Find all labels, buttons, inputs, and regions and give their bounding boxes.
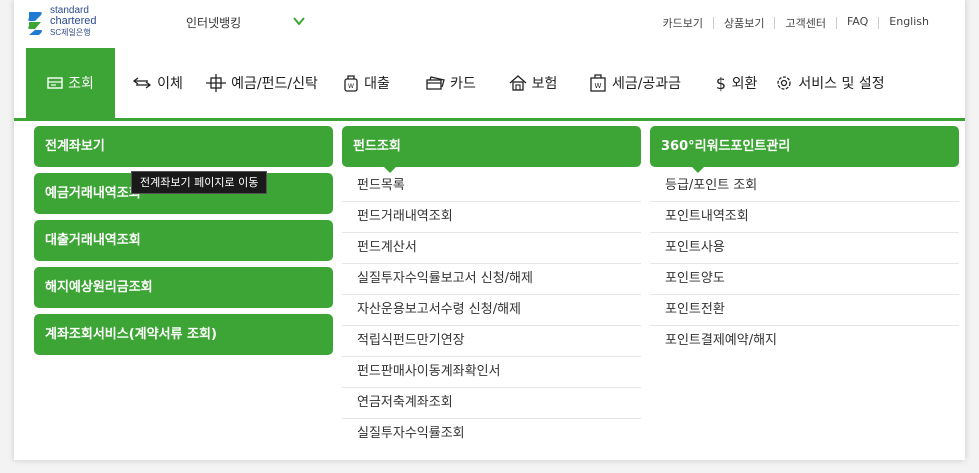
nav-label: 서비스 및 설정 xyxy=(798,76,885,92)
nav-label: 카드 xyxy=(450,76,476,92)
inquiry-icon xyxy=(47,77,63,89)
list-item[interactable]: 자산운용보고서수령 신청/해제 xyxy=(342,295,641,326)
submenu-column-reward: 360°리워드포인트관리 등급/포인트 조회 포인트내역조회 포인트사용 포인트… xyxy=(650,126,959,356)
nav-item-inquiry[interactable]: 조회 xyxy=(26,48,115,118)
util-link-support[interactable]: 고객센터 xyxy=(775,15,835,31)
submenu-column-accounts: 전계좌보기 예금거래내역조회 대출거래내역조회 해지예상원리금조회 계좌조회서비… xyxy=(34,126,333,361)
nav-item-loan[interactable]: W 대출 xyxy=(324,48,409,118)
insurance-icon xyxy=(509,75,527,91)
svg-text:W: W xyxy=(594,82,601,90)
nav-label: 예금/펀드/신탁 xyxy=(231,76,318,92)
list-item[interactable]: 적립식펀드만기연장 xyxy=(342,326,641,357)
submenu-button-termination-estimate[interactable]: 해지예상원리금조회 xyxy=(34,267,333,308)
nav-label: 조회 xyxy=(68,76,94,92)
brand-line3: SC제일은행 xyxy=(50,28,91,37)
sc-logo-icon xyxy=(28,12,42,35)
svg-text:W: W xyxy=(348,83,354,90)
nav-label: 이체 xyxy=(157,76,183,92)
loan-icon: W xyxy=(344,75,358,92)
list-item[interactable]: 실질투자수익률조회 xyxy=(342,419,641,449)
submenu-column-fund: 펀드조회 펀드목록 펀드거래내역조회 펀드계산서 실질투자수익률보고서 신청/해… xyxy=(342,126,641,449)
nav-item-settings[interactable]: 서비스 및 설정 xyxy=(776,48,885,118)
list-item[interactable]: 포인트사용 xyxy=(650,233,959,264)
deposit-icon xyxy=(206,74,227,92)
nav-item-deposit[interactable]: 예금/펀드/신탁 xyxy=(200,48,324,118)
list-item[interactable]: 연금저축계좌조회 xyxy=(342,388,641,419)
list-item[interactable]: 포인트전환 xyxy=(650,295,959,326)
list-item[interactable]: 펀드판매사이동계좌확인서 xyxy=(342,357,641,388)
reward-list: 등급/포인트 조회 포인트내역조회 포인트사용 포인트양도 포인트전환 포인트결… xyxy=(650,167,959,356)
transfer-icon xyxy=(133,77,152,89)
util-link-faq[interactable]: FAQ xyxy=(837,15,878,31)
nav-item-tax[interactable]: W 세금/공과금 xyxy=(574,48,696,118)
nav-item-insurance[interactable]: 보험 xyxy=(492,48,574,118)
util-link-card[interactable]: 카드보기 xyxy=(653,15,713,31)
nav-label: 보험 xyxy=(531,76,558,92)
nav-item-forex[interactable]: $ 외환 xyxy=(696,48,776,118)
nav-underline xyxy=(14,118,965,121)
nav-item-card[interactable]: 카드 xyxy=(409,48,492,118)
submenu-button-all-accounts[interactable]: 전계좌보기 xyxy=(34,126,333,167)
nav-label: 세금/공과금 xyxy=(611,76,682,92)
list-item[interactable]: 등급/포인트 조회 xyxy=(650,171,959,202)
chevron-down-icon[interactable] xyxy=(292,14,306,28)
list-item[interactable]: 펀드계산서 xyxy=(342,233,641,264)
submenu-header-fund[interactable]: 펀드조회 xyxy=(342,126,641,173)
banking-type-select[interactable]: 인터넷뱅킹 xyxy=(186,14,241,31)
util-link-english[interactable]: English xyxy=(879,15,939,31)
list-item[interactable]: 포인트결제예약/해지 xyxy=(650,326,959,356)
submenu-button-contract-documents[interactable]: 계좌조회서비스(계약서류 조회) xyxy=(34,314,333,355)
tax-icon: W xyxy=(590,74,606,92)
list-item[interactable]: 포인트내역조회 xyxy=(650,202,959,233)
nav-item-transfer[interactable]: 이체 xyxy=(115,48,200,118)
tooltip: 전계좌보기 페이지로 이동 xyxy=(131,171,268,194)
card-icon xyxy=(426,76,445,90)
page-frame: standard chartered SC제일은행 인터넷뱅킹 카드보기 상품보… xyxy=(14,0,965,460)
submenu-button-loan-history[interactable]: 대출거래내역조회 xyxy=(34,220,333,261)
nav-label: 외환 xyxy=(731,76,758,92)
list-item[interactable]: 펀드목록 xyxy=(342,171,641,202)
util-link-products[interactable]: 상품보기 xyxy=(714,15,774,31)
submenu-header-reward[interactable]: 360°리워드포인트관리 xyxy=(650,126,959,173)
fund-list: 펀드목록 펀드거래내역조회 펀드계산서 실질투자수익률보고서 신청/해제 자산운… xyxy=(342,167,641,449)
dollar-icon: $ xyxy=(716,74,726,92)
brand-line2: chartered xyxy=(50,15,97,27)
list-item[interactable]: 실질투자수익률보고서 신청/해제 xyxy=(342,264,641,295)
main-nav: 조회 이체 예금/펀드/신탁 W 대출 카드 보험 W 세금/공과금 $ 외환 … xyxy=(26,48,965,118)
utility-links: 카드보기 상품보기 고객센터 FAQ English xyxy=(653,15,940,31)
gear-icon xyxy=(777,76,792,90)
list-item[interactable]: 펀드거래내역조회 xyxy=(342,202,641,233)
list-item[interactable]: 포인트양도 xyxy=(650,264,959,295)
svg-text:$: $ xyxy=(716,74,726,92)
nav-label: 대출 xyxy=(364,76,390,92)
sc-logo[interactable]: standard chartered SC제일은행 xyxy=(26,4,126,40)
